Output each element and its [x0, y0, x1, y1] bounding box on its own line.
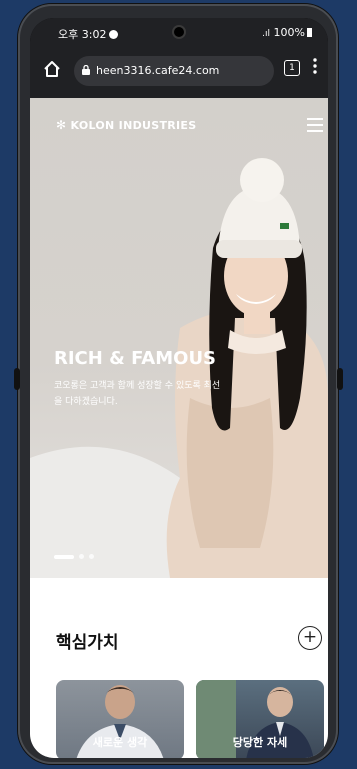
- lock-icon: [82, 65, 90, 75]
- card-label: 새로운 생각: [92, 736, 148, 749]
- hero-subtitle: 코오롱은 고객과 함께 성장할 수 있도록 최선을 다하겠습니다.: [54, 381, 221, 407]
- home-button[interactable]: [42, 60, 62, 80]
- slider-pagination: [54, 546, 94, 565]
- slide-dot-3[interactable]: [89, 554, 94, 559]
- hero-image: [30, 158, 328, 578]
- notification-icon: [109, 30, 119, 39]
- battery-percent: 100%: [273, 26, 305, 39]
- hero-title: RICH & FAMOUS: [54, 348, 217, 369]
- browser-toolbar: heen3316.cafe24.com 1: [30, 46, 328, 98]
- slide-dot-1[interactable]: [54, 554, 74, 559]
- value-card-1[interactable]: 새로운 생각: [56, 680, 184, 758]
- front-camera: [174, 27, 184, 37]
- hinge-left: [14, 368, 20, 390]
- core-values-section: 핵심가치 + 새로운 생각 당당한 자세: [30, 578, 328, 758]
- address-bar[interactable]: heen3316.cafe24.com: [74, 56, 274, 86]
- hero-slider[interactable]: ✻ KOLON INDUSTRIES RICH & FAMOUS 코오롱은 고객…: [30, 98, 328, 578]
- tab-switcher-button[interactable]: 1: [284, 60, 300, 76]
- more-vert-icon: [313, 58, 317, 74]
- section-title: 핵심가치: [56, 633, 119, 653]
- hinge-right: [337, 368, 343, 390]
- battery-icon: [307, 28, 312, 37]
- plus-icon: +: [302, 627, 318, 647]
- menu-toggle-button[interactable]: [307, 118, 323, 132]
- more-menu-button[interactable]: [310, 57, 320, 81]
- value-card-2[interactable]: 당당한 자세: [196, 680, 324, 758]
- site-logo[interactable]: ✻ KOLON INDUSTRIES: [56, 118, 196, 132]
- status-time: 오후 3:02: [58, 26, 119, 42]
- logo-mark-icon: ✻: [56, 118, 67, 132]
- more-button[interactable]: +: [298, 626, 322, 650]
- phone-screen: 오후 3:02 .ıl 100% heen3316.cafe24.com 1 ✻…: [30, 18, 328, 758]
- signal-icon: .ıl: [262, 29, 271, 39]
- hamburger-icon: [307, 118, 323, 120]
- status-right: .ıl 100%: [262, 26, 312, 39]
- logo-text: KOLON INDUSTRIES: [70, 119, 197, 132]
- url-text: heen3316.cafe24.com: [96, 64, 220, 77]
- status-bar: 오후 3:02 .ıl 100%: [30, 18, 328, 46]
- home-icon: [44, 61, 60, 77]
- card-label: 당당한 자세: [232, 736, 288, 749]
- slide-dot-2[interactable]: [79, 554, 84, 559]
